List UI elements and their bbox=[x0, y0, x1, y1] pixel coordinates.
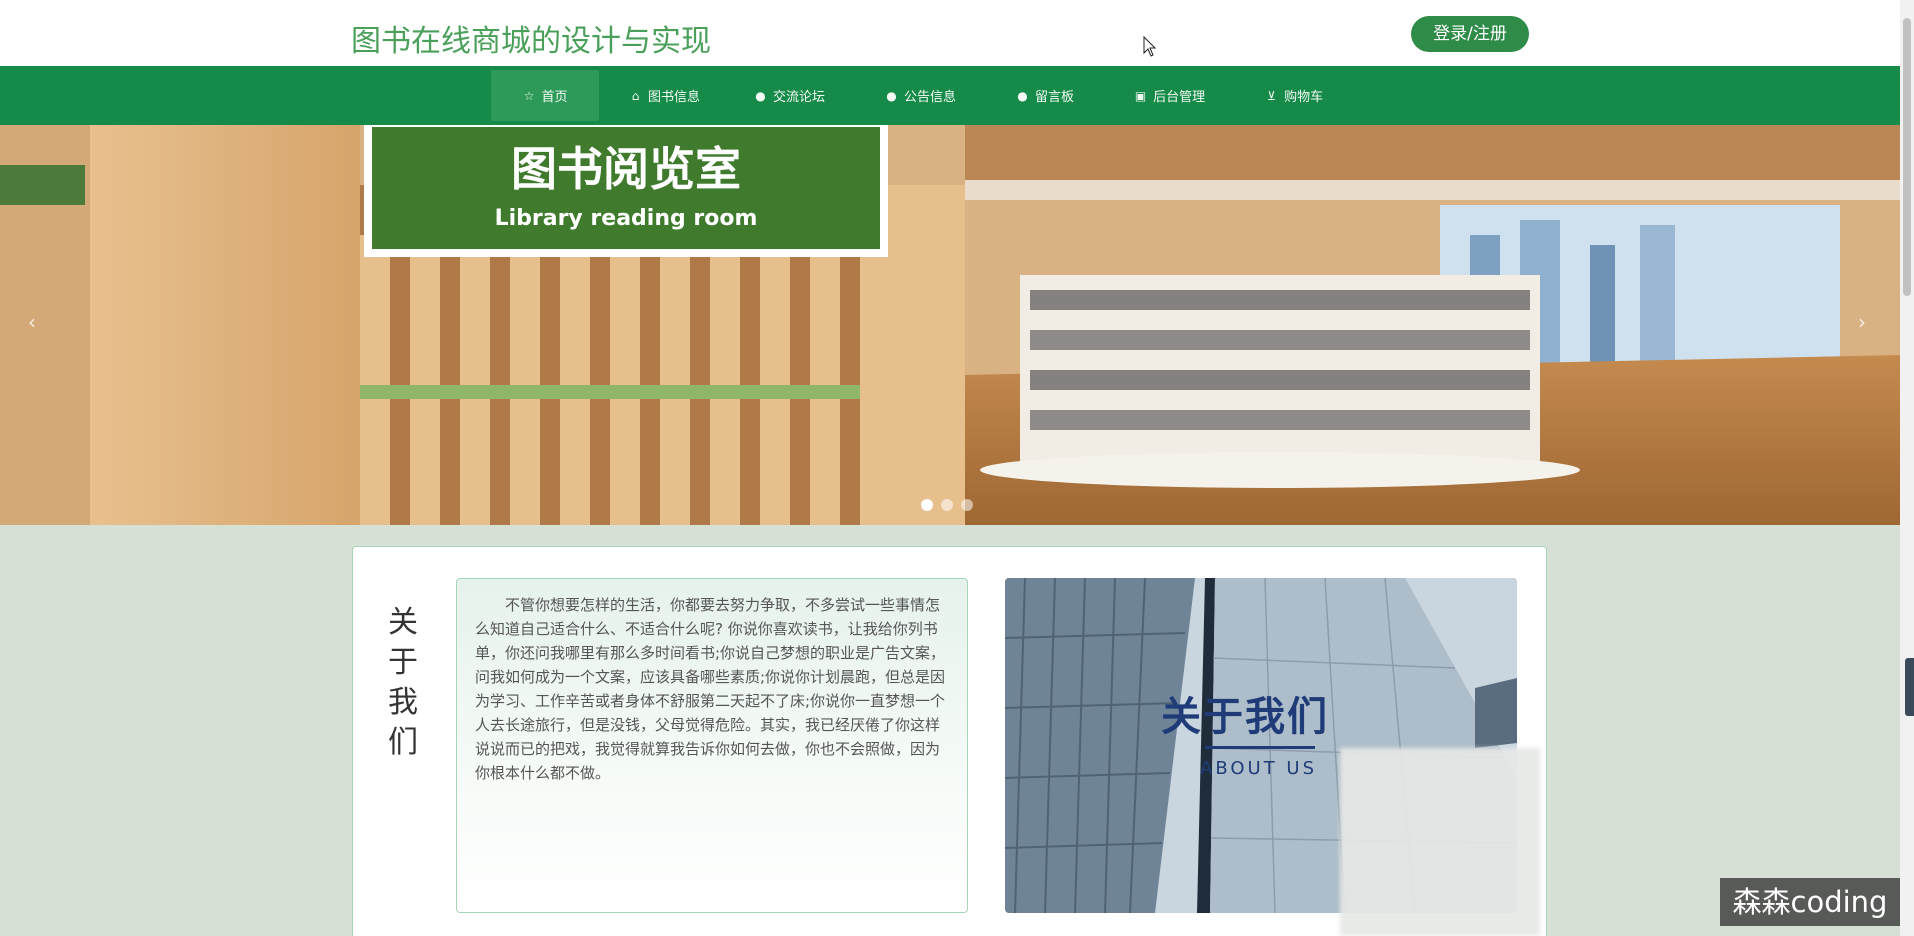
nav-item-label: 图书信息 bbox=[648, 90, 701, 105]
carousel-prev-button[interactable]: ‹ bbox=[28, 310, 36, 334]
nav-item-label: 留言板 bbox=[1035, 90, 1075, 105]
carousel-dot[interactable] bbox=[941, 499, 953, 511]
cart-icon: ⊻ bbox=[1267, 88, 1276, 103]
site-header: 图书在线商城的设计与实现 登录/注册 bbox=[0, 0, 1900, 66]
carousel-dot[interactable] bbox=[961, 499, 973, 511]
blurred-overlay bbox=[1340, 748, 1540, 936]
site-title: 图书在线商城的设计与实现 bbox=[351, 24, 711, 59]
chevron-left-icon: ‹ bbox=[28, 310, 36, 334]
scrollbar-thumb[interactable] bbox=[1903, 18, 1911, 296]
sign-subtitle: Library reading room bbox=[495, 206, 758, 231]
nav-item-books[interactable]: ⌂ 图书信息 bbox=[605, 70, 724, 121]
help-circle-icon: ● bbox=[886, 88, 897, 103]
side-tab[interactable] bbox=[1905, 658, 1914, 716]
mouse-cursor-icon bbox=[1143, 36, 1157, 57]
about-image-title: 关于我们 bbox=[1161, 694, 1329, 740]
nav-item-label: 后台管理 bbox=[1153, 90, 1206, 105]
watermark: 森森coding bbox=[1720, 878, 1900, 926]
nav-item-label: 购物车 bbox=[1284, 90, 1324, 105]
about-heading: 关于我们 bbox=[388, 605, 418, 760]
carousel-dot[interactable] bbox=[921, 499, 933, 511]
nav-item-messages[interactable]: ● 留言板 bbox=[986, 70, 1104, 121]
info-circle-icon: ● bbox=[755, 88, 766, 103]
chevron-right-icon: › bbox=[1858, 310, 1866, 334]
star-icon: ☆ bbox=[523, 88, 535, 103]
sign-title: 图书阅览室 bbox=[511, 142, 741, 196]
nav-item-label: 首页 bbox=[541, 90, 568, 105]
nav-item-label: 交流论坛 bbox=[773, 90, 826, 105]
hero-carousel[interactable]: 图书阅览室 Library reading room ‹ › bbox=[0, 125, 1900, 525]
nav-item-forum[interactable]: ● 交流论坛 bbox=[724, 70, 855, 121]
nav-item-admin[interactable]: ▣ 后台管理 bbox=[1104, 70, 1235, 121]
login-register-button[interactable]: 登录/注册 bbox=[1411, 16, 1529, 52]
briefcase-icon: ▣ bbox=[1134, 88, 1147, 103]
carousel-indicators bbox=[921, 499, 973, 511]
info-circle-icon: ● bbox=[1017, 88, 1028, 103]
about-text: 不管你想要怎样的生活，你都要去努力争取，不多尝试一些事情怎么知道自己适合什么、不… bbox=[456, 578, 968, 913]
main-nav: ☆ 首页 ⌂ 图书信息 ● 交流论坛 ● 公告信息 ● 留言板 ▣ 后台管理 ⊻ 购物车 bbox=[0, 66, 1900, 125]
page-scrollbar[interactable] bbox=[1900, 0, 1914, 936]
library-reading-room-image: 图书阅览室 Library reading room bbox=[0, 125, 1900, 525]
nav-item-label: 公告信息 bbox=[904, 90, 957, 105]
about-image-divider bbox=[1205, 746, 1315, 749]
about-image-subtitle: ABOUT US bbox=[1200, 758, 1318, 779]
nav-item-cart[interactable]: ⊻ 购物车 bbox=[1235, 70, 1353, 121]
nav-item-notices[interactable]: ● 公告信息 bbox=[855, 70, 986, 121]
nav-item-home[interactable]: ☆ 首页 bbox=[491, 70, 599, 121]
carousel-next-button[interactable]: › bbox=[1858, 310, 1866, 334]
bag-icon: ⌂ bbox=[631, 88, 640, 103]
